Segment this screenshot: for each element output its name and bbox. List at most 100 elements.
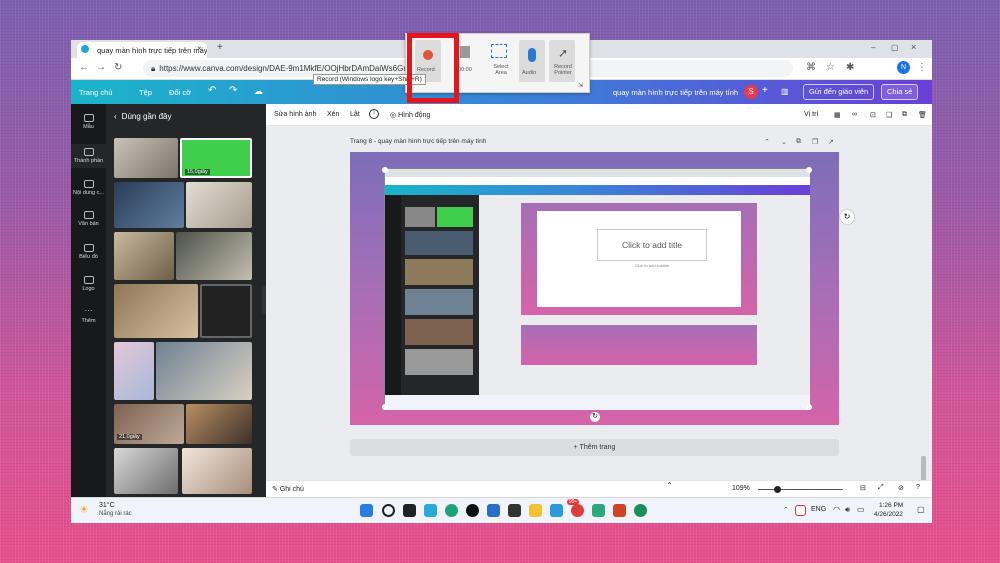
stop-icon[interactable]: [460, 46, 470, 58]
media-thumb[interactable]: [114, 284, 198, 338]
media-thumb[interactable]: [200, 284, 252, 338]
audio-button[interactable]: Audio: [519, 40, 545, 82]
page-copy-icon[interactable]: ❐: [812, 138, 818, 146]
undo-icon[interactable]: ↶: [208, 85, 216, 96]
menu-icon[interactable]: ⋮: [917, 62, 927, 73]
rail-item-charts[interactable]: Biểu đồ: [71, 244, 106, 260]
dell-icon[interactable]: [466, 504, 479, 517]
battery-icon[interactable]: ▭: [857, 505, 865, 514]
bookmark-icon[interactable]: ☆: [826, 62, 835, 73]
expand-up-icon[interactable]: ⌃: [666, 481, 673, 490]
duplicate-icon[interactable]: ⧉: [902, 111, 907, 119]
send-teacher-button[interactable]: Gửi đến giáo viên: [803, 84, 875, 100]
minimize-icon[interactable]: –: [871, 43, 875, 52]
rail-item-text[interactable]: Văn bản: [71, 211, 106, 227]
chrome-icon[interactable]: [571, 504, 584, 517]
extensions-icon[interactable]: ✱: [846, 62, 854, 73]
zoom-slider[interactable]: [758, 489, 843, 490]
user-avatar[interactable]: S: [744, 85, 758, 99]
share-button[interactable]: Chia sẻ: [881, 84, 919, 100]
add-collaborator-icon[interactable]: +: [762, 85, 768, 96]
zoom-slider-knob[interactable]: [774, 486, 781, 493]
delete-icon[interactable]: 🗑︎: [918, 111, 927, 119]
home-button[interactable]: Trang chủ: [79, 88, 113, 97]
reload-icon[interactable]: ↻: [114, 62, 122, 73]
rail-item-templates[interactable]: Mẫu: [71, 114, 106, 130]
start-icon[interactable]: [360, 504, 373, 517]
recorder-grip-icon[interactable]: ⇲: [578, 82, 583, 89]
app-icon[interactable]: [487, 504, 500, 517]
mail-icon[interactable]: [550, 504, 563, 517]
forward-icon[interactable]: →: [96, 62, 106, 73]
edit-image-button[interactable]: Sửa hình ảnh: [274, 111, 316, 118]
back-icon[interactable]: ←: [79, 62, 89, 73]
new-tab-icon[interactable]: +: [217, 42, 223, 53]
close-window-icon[interactable]: ×: [911, 42, 916, 52]
resize-handle-tl[interactable]: [382, 167, 388, 173]
record-pointer-button[interactable]: ➚ Record Pointer: [549, 40, 575, 82]
clock-date[interactable]: 4/26/2022: [874, 511, 903, 518]
redo-icon[interactable]: ↷: [229, 85, 237, 96]
rail-item-uploads[interactable]: Nội dung c...: [71, 180, 106, 196]
zoom-level[interactable]: 109%: [732, 485, 750, 492]
fullscreen-icon[interactable]: ⤢: [878, 484, 884, 492]
media-thumb-selected[interactable]: 15,0giây: [180, 138, 252, 178]
media-thumb[interactable]: [186, 404, 252, 444]
rail-item-elements[interactable]: Thành phần: [71, 144, 106, 168]
maximize-icon[interactable]: ▢: [891, 43, 899, 52]
media-thumb[interactable]: [114, 232, 174, 280]
chrome-canva-icon[interactable]: [634, 504, 647, 517]
file-menu[interactable]: Tệp: [139, 88, 152, 97]
page-duplicate-icon[interactable]: ⧉: [796, 138, 801, 146]
resize-handle-bl[interactable]: [382, 404, 388, 410]
file-explorer-icon[interactable]: [529, 504, 542, 517]
analytics-icon[interactable]: ▥: [781, 87, 789, 96]
media-thumb[interactable]: 21,0giây: [114, 404, 184, 444]
select-area-label[interactable]: Select Area: [491, 64, 511, 76]
rotate-handle-icon[interactable]: ↻: [590, 412, 600, 422]
rail-item-logo[interactable]: Logo: [71, 276, 106, 292]
lock-element-icon[interactable]: ⊡: [870, 111, 876, 119]
embedded-screenshot[interactable]: Click to add title Click to add subtitle: [384, 168, 810, 410]
volume-icon[interactable]: 🔊︎: [845, 505, 850, 515]
media-thumb[interactable]: [156, 342, 252, 400]
store-icon[interactable]: [508, 504, 521, 517]
media-thumb[interactable]: [114, 342, 154, 400]
media-thumb[interactable]: [182, 448, 252, 494]
page-count-icon[interactable]: ⊟: [860, 484, 866, 492]
wifi-icon[interactable]: ◠: [833, 505, 840, 514]
tray-chevron-icon[interactable]: ⌃: [783, 506, 789, 514]
clock-time[interactable]: 1:26 PM: [879, 502, 903, 509]
tray-app-icon[interactable]: [795, 505, 806, 516]
page-up-icon[interactable]: ⌃: [764, 138, 770, 146]
media-thumb[interactable]: [114, 138, 178, 178]
crop-button[interactable]: Xén: [327, 111, 339, 118]
edge-icon[interactable]: [445, 504, 458, 517]
add-page-button[interactable]: + Thêm trang: [350, 439, 839, 456]
help-icon[interactable]: ?: [916, 484, 920, 491]
info-icon[interactable]: i: [369, 109, 379, 119]
resize-menu[interactable]: Đổi cỡ: [169, 88, 191, 97]
media-thumb[interactable]: [186, 182, 252, 228]
app-y-icon[interactable]: [592, 504, 605, 517]
widgets-icon[interactable]: [424, 504, 437, 517]
task-view-icon[interactable]: [403, 504, 416, 517]
position-button[interactable]: Vị trí: [804, 111, 818, 118]
link-icon[interactable]: ∞: [852, 111, 857, 118]
close-tab-icon[interactable]: ×: [197, 44, 202, 53]
check-icon[interactable]: ⊘: [898, 484, 904, 492]
slide-page[interactable]: Click to add title Click to add subtitle…: [350, 152, 839, 425]
page-add-icon[interactable]: ↗: [828, 138, 834, 146]
page-down-icon[interactable]: ⌄: [781, 138, 787, 146]
select-area-icon[interactable]: [491, 44, 507, 58]
flip-button[interactable]: Lật: [350, 111, 360, 118]
transparency-icon[interactable]: ▦: [834, 111, 841, 119]
translate-icon[interactable]: ⌘: [806, 62, 816, 73]
browser-tab[interactable]: quay màn hình trực tiếp trên máy...: [77, 42, 207, 58]
rail-item-more[interactable]: ··· Thêm: [71, 307, 106, 325]
search-icon[interactable]: [382, 504, 395, 517]
media-thumb[interactable]: [176, 232, 252, 280]
refresh-icon[interactable]: ↻: [840, 210, 854, 224]
media-thumb[interactable]: [114, 182, 184, 228]
panel-header[interactable]: ‹ Dùng gần đây: [114, 112, 172, 121]
